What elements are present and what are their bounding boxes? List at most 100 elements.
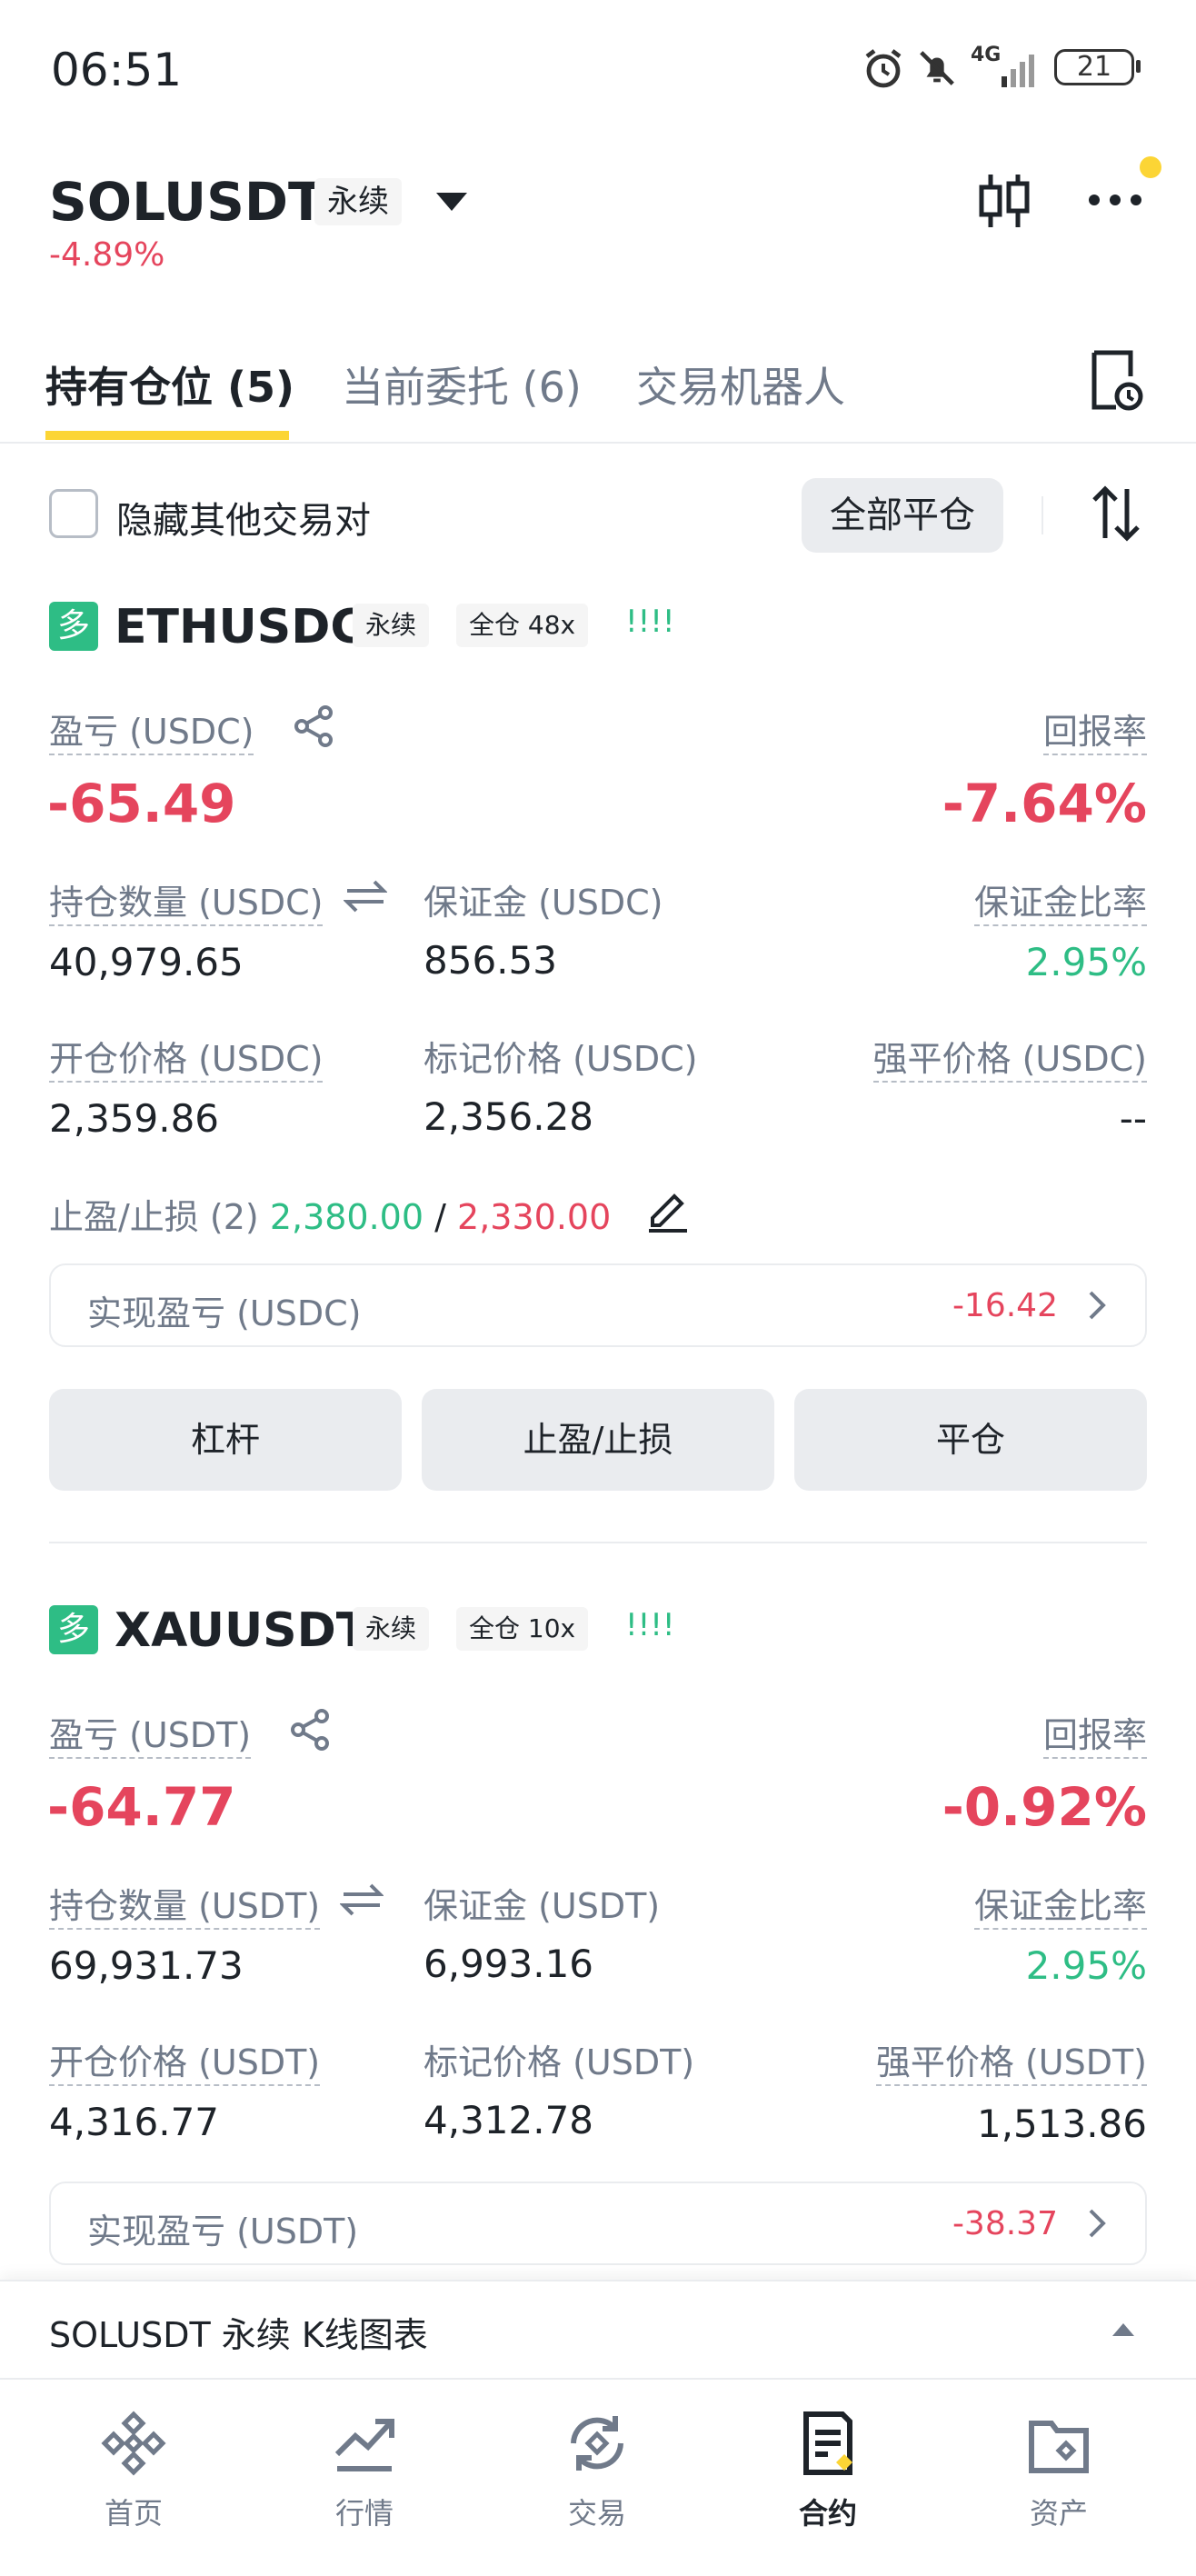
candlestick-chart-icon[interactable] xyxy=(978,171,1031,235)
margin-value: 856.53 xyxy=(424,938,557,983)
share-icon[interactable] xyxy=(291,704,336,753)
chevron-right-icon xyxy=(1087,1289,1109,1325)
mark-label: 标记价格 (USDC) xyxy=(424,1039,698,1079)
margin-ratio-label-wrap: 保证金比率 xyxy=(973,1878,1147,1930)
kline-chart-label: SOLUSDT 永续 K线图表 xyxy=(49,2315,428,2355)
tab-positions[interactable]: 持有仓位 (5) xyxy=(45,354,294,414)
entry-price: 2,359.86 xyxy=(49,1096,220,1141)
realized-pnl-label: 实现盈亏 (USDC) xyxy=(87,1293,362,1333)
share-icon[interactable] xyxy=(287,1707,333,1756)
unrealized-pnl: -65.49 xyxy=(47,773,236,834)
roe-label[interactable]: 回报率 xyxy=(1042,1715,1147,1759)
margin-value: 6,993.16 xyxy=(424,1942,594,1986)
signal-icon: 4G xyxy=(971,44,1038,95)
swap-unit-icon[interactable] xyxy=(343,878,388,918)
battery-cap xyxy=(1136,60,1141,73)
nav-trade[interactable]: 交易 xyxy=(529,2409,665,2532)
margin-ratio-label[interactable]: 保证金比率 xyxy=(973,1886,1147,1930)
markets-icon xyxy=(334,2419,394,2471)
tpsl-button[interactable]: 止盈/止损 xyxy=(422,1389,774,1491)
size-label[interactable]: 持仓数量 (USDC) xyxy=(49,883,324,926)
tpsl-button-label: 止盈/止损 xyxy=(523,1420,673,1460)
status-time: 06:51 xyxy=(51,44,183,96)
pnl-label-wrap: 盈亏 (USDT) xyxy=(49,1707,252,1759)
liq-price: 1,513.86 xyxy=(976,2102,1147,2146)
battery-level: 21 xyxy=(1076,51,1112,83)
liq-label[interactable]: 强平价格 (USDC) xyxy=(872,1039,1147,1083)
close-position-label: 平仓 xyxy=(935,1420,1005,1460)
tab-active-indicator xyxy=(45,431,289,440)
entry-label[interactable]: 开仓价格 (USDC) xyxy=(49,1039,324,1083)
realized-pnl-row[interactable]: 实现盈亏 (USDT) -38.37 xyxy=(49,2182,1147,2265)
close-all-button[interactable]: 全部平仓 xyxy=(802,478,1003,553)
edit-tpsl-icon[interactable] xyxy=(645,1185,691,1236)
notification-dot xyxy=(1140,156,1161,178)
network-type: 4G xyxy=(971,44,1002,66)
position-symbol[interactable]: XAUUSDT xyxy=(115,1603,368,1658)
roe-value: -0.92% xyxy=(942,1776,1147,1838)
tabs-divider xyxy=(0,442,1196,444)
unrealized-pnl: -64.77 xyxy=(47,1776,236,1838)
nav-assets[interactable]: 资产 xyxy=(991,2409,1127,2532)
pnl-label[interactable]: 盈亏 (USDC) xyxy=(49,712,254,755)
entry-label[interactable]: 开仓价格 (USDT) xyxy=(49,2042,321,2086)
signal-strength: !!!! xyxy=(625,1607,675,1643)
price-change: -4.89% xyxy=(49,236,165,274)
sort-icon[interactable] xyxy=(1089,484,1143,547)
roe-label[interactable]: 回报率 xyxy=(1042,712,1147,755)
pnl-label[interactable]: 盈亏 (USDT) xyxy=(49,1715,252,1759)
nav-home[interactable]: 首页 xyxy=(65,2409,202,2532)
position-size: 69,931.73 xyxy=(49,1943,244,1988)
nav-futures[interactable]: 合约 xyxy=(760,2409,896,2532)
chevron-right-icon xyxy=(1087,2207,1109,2243)
tab-open-orders[interactable]: 当前委托 (6) xyxy=(342,354,582,414)
roe-label-wrap: 回报率 xyxy=(1042,1707,1147,1759)
long-badge: 多 xyxy=(49,1605,98,1654)
symbol-title[interactable]: SOLUSDT xyxy=(49,171,324,233)
hide-others-label[interactable]: 隐藏其他交易对 xyxy=(116,491,371,544)
leverage-label: 杠杆 xyxy=(190,1420,260,1460)
nav-markets-label: 行情 xyxy=(334,2496,394,2531)
liq-label[interactable]: 强平价格 (USDT) xyxy=(875,2042,1147,2086)
hide-others-checkbox[interactable] xyxy=(49,489,98,538)
realized-pnl-value: -16.42 xyxy=(952,1287,1058,1324)
margin-ratio-label[interactable]: 保证金比率 xyxy=(973,883,1147,926)
more-options-icon[interactable] xyxy=(1087,191,1143,213)
roe-value: -7.64% xyxy=(942,773,1147,834)
take-profit-price: 2,380.00 xyxy=(269,1197,424,1237)
symbol-dropdown-icon[interactable] xyxy=(434,191,469,216)
size-label-wrap: 持仓数量 (USDT) xyxy=(49,1878,321,1930)
nav-futures-label: 合约 xyxy=(798,2496,857,2531)
mark-price: 2,356.28 xyxy=(424,1094,594,1139)
order-history-icon[interactable] xyxy=(1089,349,1145,416)
margin-ratio-value: 2.95% xyxy=(1025,940,1147,984)
mark-price: 4,312.78 xyxy=(424,2098,594,2142)
close-position-button[interactable]: 平仓 xyxy=(794,1389,1147,1491)
realized-pnl-label: 实现盈亏 (USDT) xyxy=(87,2212,359,2252)
long-badge: 多 xyxy=(49,602,98,651)
nav-home-label: 首页 xyxy=(104,2496,163,2531)
battery-icon: 21 xyxy=(1054,49,1134,85)
futures-icon xyxy=(803,2411,852,2475)
realized-pnl-row[interactable]: 实现盈亏 (USDC) -16.42 xyxy=(49,1263,1147,1347)
size-label[interactable]: 持仓数量 (USDT) xyxy=(49,1886,321,1930)
kline-chart-bar[interactable]: SOLUSDT 永续 K线图表 xyxy=(0,2280,1196,2378)
entry-price: 4,316.77 xyxy=(49,2100,220,2144)
roe-label-wrap: 回报率 xyxy=(1042,704,1147,755)
home-icon xyxy=(101,2411,166,2476)
trade-icon xyxy=(571,2416,623,2471)
stop-loss-price: 2,330.00 xyxy=(457,1197,612,1237)
mute-icon xyxy=(916,47,958,93)
leverage-button[interactable]: 杠杆 xyxy=(49,1389,402,1491)
tpsl-row: 止盈/止损 (2) 2,380.00 / 2,330.00 xyxy=(49,1189,611,1239)
position-size: 40,979.65 xyxy=(49,940,244,984)
position-symbol[interactable]: ETHUSDC xyxy=(115,600,365,654)
liq-label-wrap: 强平价格 (USDC) xyxy=(872,1031,1147,1083)
nav-markets[interactable]: 行情 xyxy=(296,2409,433,2532)
entry-label-wrap: 开仓价格 (USDT) xyxy=(49,2034,321,2086)
swap-unit-icon[interactable] xyxy=(339,1882,384,1922)
tab-trading-bots[interactable]: 交易机器人 xyxy=(636,354,845,414)
size-label-wrap: 持仓数量 (USDC) xyxy=(49,874,324,926)
tpsl-separator: / xyxy=(434,1197,446,1237)
liq-price: -- xyxy=(1119,1096,1147,1141)
